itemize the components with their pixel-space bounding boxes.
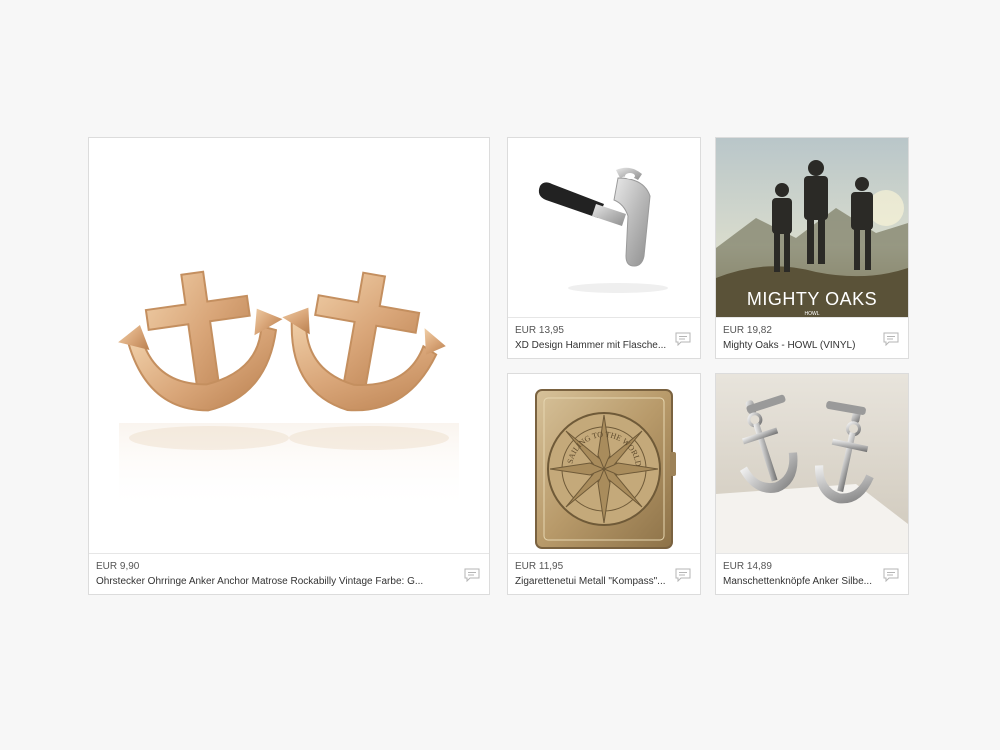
product-card-anchor-earrings[interactable]: EUR 9,90 Ohrstecker Ohrringe Anker Ancho… (88, 137, 490, 595)
product-title-link[interactable]: Mighty Oaks - HOWL (VINYL) (723, 340, 875, 351)
product-footer: EUR 13,95 XD Design Hammer mit Flasche..… (508, 317, 700, 358)
product-card-cufflinks[interactable]: EUR 14,89 Manschettenknöpfe Anker Silbe.… (715, 373, 909, 595)
comment-icon[interactable] (883, 332, 899, 346)
product-image-hammer[interactable] (508, 138, 700, 318)
product-image-cufflinks[interactable] (716, 374, 908, 554)
product-image-album-cover[interactable]: MIGHTY OAKS HOWL (716, 138, 908, 318)
product-card-mighty-oaks[interactable]: MIGHTY OAKS HOWL EUR 19,82 Mighty Oaks -… (715, 137, 909, 359)
comment-icon[interactable] (675, 568, 691, 582)
cufflinks-illustration (716, 374, 908, 554)
product-price: EUR 14,89 (723, 561, 772, 572)
product-title-link[interactable]: Manschettenknöpfe Anker Silbe... (723, 576, 875, 587)
product-image-cigarette-case[interactable]: SAILING TO THE WORLD (508, 374, 700, 554)
product-card-hammer[interactable]: EUR 13,95 XD Design Hammer mit Flasche..… (507, 137, 701, 359)
comment-icon[interactable] (464, 568, 480, 582)
product-price: EUR 9,90 (96, 561, 140, 572)
product-card-cigarette-case[interactable]: SAILING TO THE WORLD EUR 11,95 Zigarette… (507, 373, 701, 595)
product-price: EUR 13,95 (515, 325, 564, 336)
hammer-illustration (508, 138, 700, 318)
anchor-earrings-illustration (89, 138, 489, 554)
product-footer: EUR 19,82 Mighty Oaks - HOWL (VINYL) (716, 317, 908, 358)
album-cover-illustration: MIGHTY OAKS HOWL (716, 138, 908, 318)
product-footer: EUR 11,95 Zigarettenetui Metall "Kompass… (508, 553, 700, 594)
product-title-link[interactable]: Zigarettenetui Metall "Kompass"... (515, 576, 667, 587)
product-footer: EUR 14,89 Manschettenknöpfe Anker Silbe.… (716, 553, 908, 594)
album-cover-title: MIGHTY OAKS (747, 289, 877, 309)
comment-icon[interactable] (883, 568, 899, 582)
product-title-link[interactable]: XD Design Hammer mit Flasche... (515, 340, 667, 351)
product-footer: EUR 9,90 Ohrstecker Ohrringe Anker Ancho… (89, 553, 489, 594)
comment-icon[interactable] (675, 332, 691, 346)
product-title-link[interactable]: Ohrstecker Ohrringe Anker Anchor Matrose… (96, 576, 426, 587)
product-price: EUR 19,82 (723, 325, 772, 336)
product-price: EUR 11,95 (515, 561, 564, 572)
cigarette-case-illustration: SAILING TO THE WORLD (508, 374, 700, 554)
product-image-anchor-earrings[interactable] (89, 138, 489, 554)
